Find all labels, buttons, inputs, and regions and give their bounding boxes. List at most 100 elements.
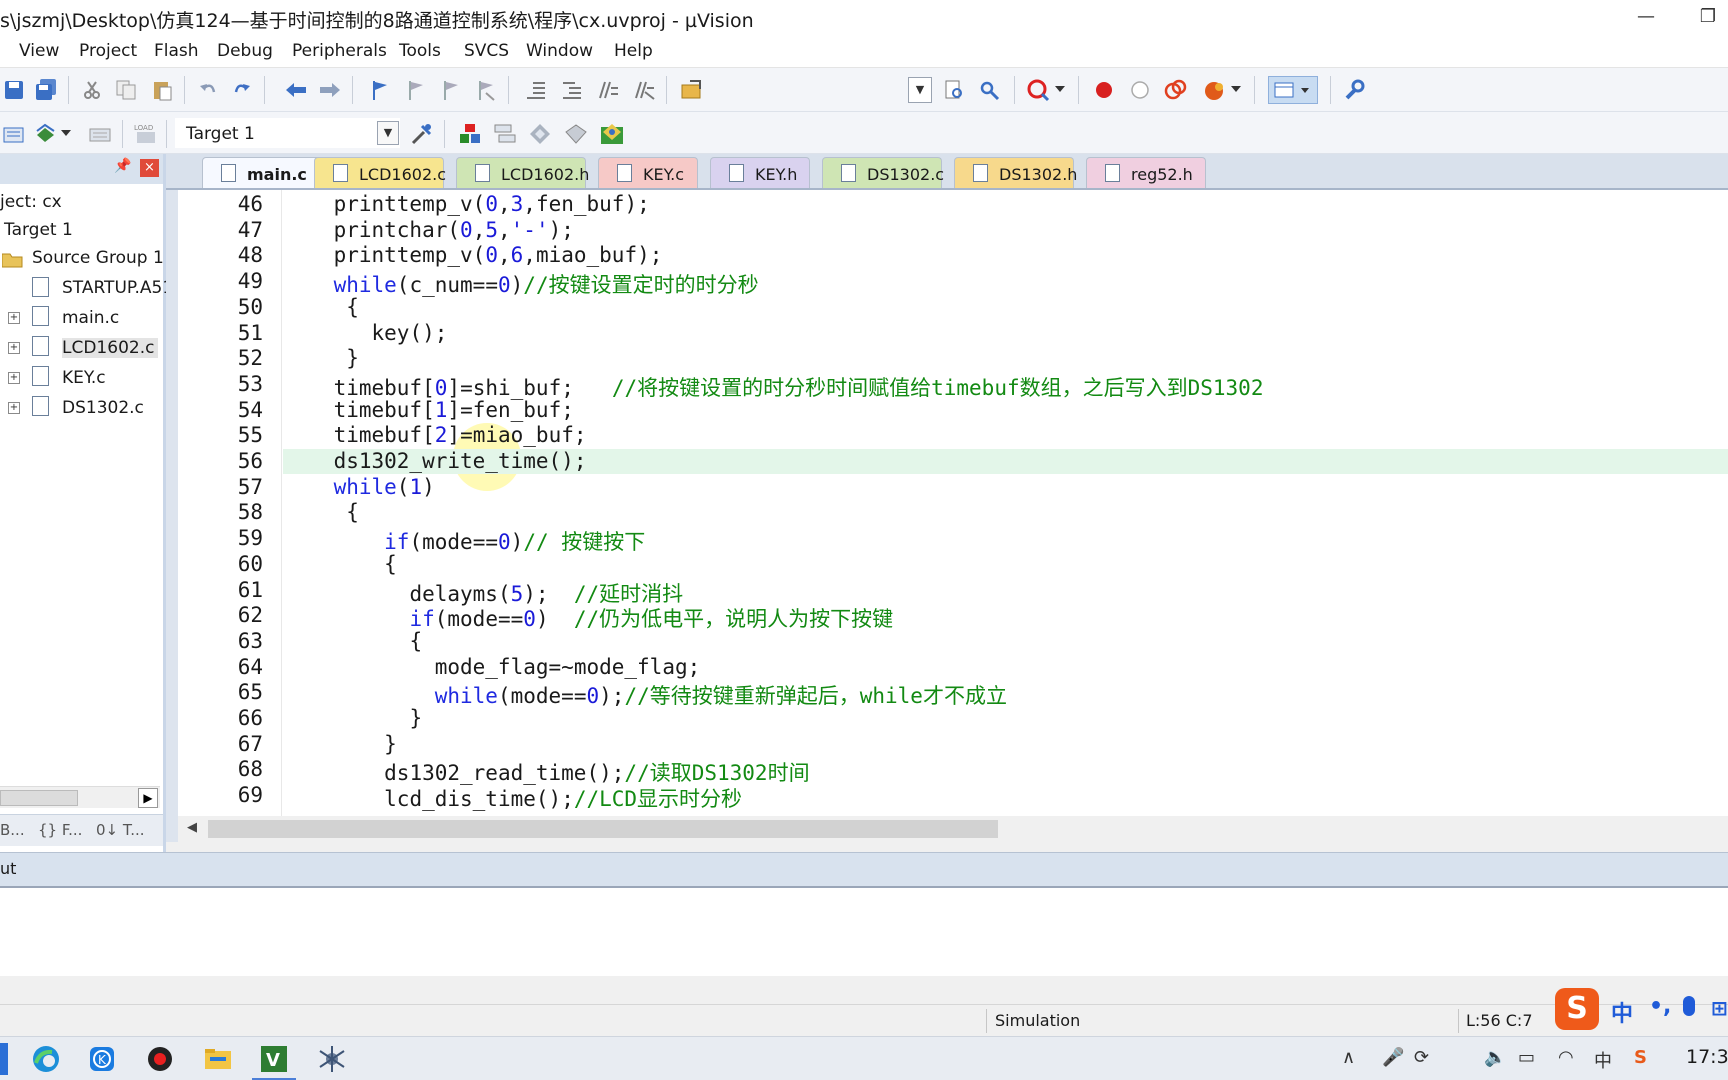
tree-file-startup[interactable]: STARTUP.A51	[62, 278, 173, 298]
configure-debug-icon[interactable]	[1200, 76, 1228, 104]
breakpoint-disable-icon[interactable]	[1126, 76, 1154, 104]
ime-more[interactable]: ⊞	[1711, 996, 1728, 1020]
manage-components-icon[interactable]	[490, 120, 518, 148]
sogou-tray-icon[interactable]: S	[1634, 1047, 1647, 1068]
scroll-right-icon[interactable]: ▶	[138, 788, 158, 808]
expand-icon[interactable]: +	[8, 312, 20, 324]
close-icon[interactable]: ×	[140, 159, 159, 177]
find-in-files-icon[interactable]	[678, 76, 706, 104]
start-button[interactable]	[0, 1043, 8, 1075]
tab-templates[interactable]: 0↓ T...	[96, 821, 145, 839]
code-line[interactable]: }	[283, 346, 1728, 371]
expand-icon[interactable]: +	[8, 372, 20, 384]
menu-help[interactable]: Help	[614, 41, 653, 61]
editor-hscrollbar[interactable]: ◀	[166, 816, 1728, 842]
breakpoint-kill-icon[interactable]	[1162, 76, 1190, 104]
code-line[interactable]: if(mode==0) //仍为低电平，说明人为按下按键	[283, 603, 1728, 631]
comment-icon[interactable]	[594, 76, 622, 104]
show-hidden-icons[interactable]: ∧	[1342, 1047, 1355, 1068]
ime-language[interactable]: 中	[1611, 996, 1633, 1028]
prev-bookmark-icon[interactable]	[402, 76, 430, 104]
code-line[interactable]: {	[283, 295, 1728, 320]
uncomment-icon[interactable]	[630, 76, 658, 104]
paste-icon[interactable]	[148, 76, 176, 104]
proteus-icon[interactable]	[316, 1043, 348, 1075]
tab-reg52-h[interactable]: reg52.h	[1086, 157, 1206, 188]
scroll-left-icon[interactable]: ◀	[182, 818, 202, 838]
dropdown-arrow-icon[interactable]	[58, 120, 74, 148]
code-line[interactable]: {	[283, 500, 1728, 525]
nav-forward-icon[interactable]	[316, 76, 344, 104]
code-line[interactable]: ds1302_read_time();//读取DS1302时间	[283, 757, 1728, 785]
code-area[interactable]: printtemp_v(0,3,fen_buf); printchar(0,5,…	[283, 190, 1728, 816]
file-extensions-icon[interactable]	[456, 120, 484, 148]
pack-installer-icon[interactable]	[526, 120, 554, 148]
code-line[interactable]: {	[283, 552, 1728, 577]
run-time-environment-icon[interactable]	[598, 120, 626, 148]
scroll-thumb[interactable]	[0, 790, 78, 806]
bookmark-icon[interactable]	[366, 76, 394, 104]
current-code-line[interactable]: ds1302_write_time();	[283, 449, 1728, 474]
select-software-packs-icon[interactable]	[562, 120, 590, 148]
ime-punctuation[interactable]: •,	[1649, 994, 1671, 1019]
target-select[interactable]: Target 1 ▼	[175, 118, 400, 148]
ime-toolbar[interactable]: S 中 •, ⊞	[1555, 986, 1728, 1032]
code-line[interactable]: key();	[283, 321, 1728, 346]
microphone-tray-icon[interactable]: 🎤	[1382, 1047, 1404, 1068]
code-line[interactable]: while(1)	[283, 475, 1728, 500]
code-line[interactable]: delayms(5); //延时消抖	[283, 578, 1728, 606]
undo-icon[interactable]	[194, 76, 222, 104]
scroll-thumb[interactable]	[208, 820, 998, 838]
code-line[interactable]: timebuf[1]=fen_buf;	[283, 398, 1728, 423]
tab-key-c[interactable]: KEY.c	[598, 157, 698, 188]
save-icon[interactable]	[0, 76, 28, 104]
breakpoint-icon[interactable]	[1090, 76, 1118, 104]
code-line[interactable]: timebuf[0]=shi_buf; //将按键设置的时分秒时间赋值给time…	[283, 372, 1728, 400]
indent-icon[interactable]	[522, 76, 550, 104]
uvision-taskbar-icon[interactable]: V	[252, 1043, 296, 1080]
build-icon[interactable]	[32, 120, 60, 148]
sync-tray-icon[interactable]: ⟳	[1414, 1047, 1429, 1068]
code-editor[interactable]: 46 47 48 49 50 51 52 53 54 55 56 57 58 59 60 61 62 63 64 65…	[166, 190, 1728, 816]
microphone-icon[interactable]	[1683, 996, 1695, 1016]
tab-books[interactable]: B...	[0, 821, 25, 839]
minimize-button[interactable]: —	[1626, 2, 1666, 32]
code-line[interactable]: while(mode==0);//等待按键重新弹起后，while才不成立	[283, 680, 1728, 708]
wrench-icon[interactable]	[1340, 76, 1368, 104]
translate-icon[interactable]	[0, 120, 28, 148]
save-all-icon[interactable]	[32, 76, 60, 104]
menu-view[interactable]: View	[19, 41, 59, 61]
tab-lcd1602-h[interactable]: LCD1602.h	[456, 157, 589, 188]
dropdown-arrow-icon[interactable]	[1228, 76, 1244, 104]
edge-icon[interactable]	[30, 1043, 62, 1075]
menu-project[interactable]: Project	[79, 41, 137, 61]
target-node[interactable]: Target 1	[4, 220, 73, 240]
tab-ds1302-h[interactable]: DS1302.h	[954, 157, 1077, 188]
chevron-down-icon[interactable]: ▼	[377, 121, 399, 145]
menu-svcs[interactable]: SVCS	[464, 41, 509, 61]
source-group-node[interactable]: Source Group 1	[32, 248, 164, 268]
restore-button[interactable]: ❐	[1688, 2, 1728, 32]
wifi-icon[interactable]: ◠	[1558, 1047, 1574, 1068]
code-line[interactable]: {	[283, 629, 1728, 654]
recorder-icon[interactable]	[144, 1043, 176, 1075]
code-line[interactable]: printchar(0,5,'-');	[283, 218, 1728, 243]
ime-tray-indicator[interactable]: 中	[1594, 1047, 1612, 1073]
copy-icon[interactable]	[112, 76, 140, 104]
incremental-find-icon[interactable]	[976, 76, 1004, 104]
menu-peripherals[interactable]: Peripherals	[292, 41, 387, 61]
expand-icon[interactable]: +	[8, 342, 20, 354]
tree-file-main[interactable]: main.c	[62, 308, 119, 328]
target-options-icon[interactable]	[408, 120, 436, 148]
unindent-icon[interactable]	[558, 76, 586, 104]
file-explorer-icon[interactable]	[202, 1043, 234, 1075]
code-line[interactable]: if(mode==0)// 按键按下	[283, 526, 1728, 554]
code-line[interactable]: printtemp_v(0,3,fen_buf);	[283, 192, 1728, 217]
kugou-icon[interactable]: K	[86, 1043, 118, 1075]
download-load-icon[interactable]: LOAD	[132, 120, 160, 148]
menu-flash[interactable]: Flash	[154, 41, 199, 61]
clear-bookmarks-icon[interactable]	[472, 76, 500, 104]
nav-back-icon[interactable]	[282, 76, 310, 104]
tree-file-lcd1602[interactable]: LCD1602.c	[62, 338, 159, 358]
project-hscrollbar[interactable]: ▶	[0, 786, 160, 808]
